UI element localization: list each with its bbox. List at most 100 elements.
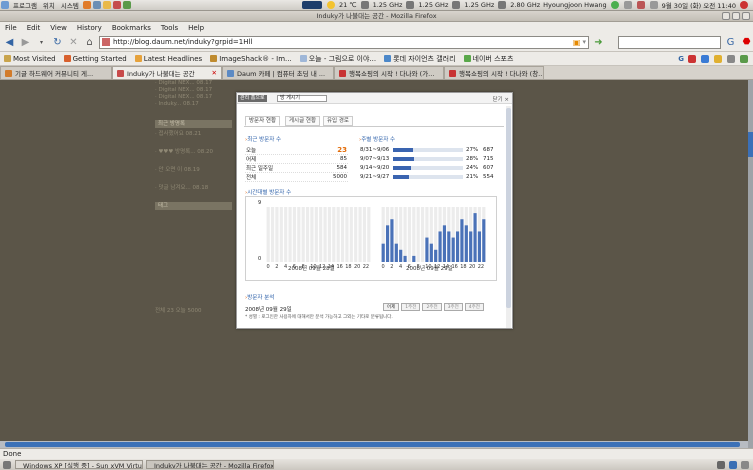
page-vertical-scrollbar[interactable] <box>748 80 753 448</box>
close-icon[interactable] <box>742 12 750 20</box>
recent-post[interactable]: · Digital NEX... 08.17 <box>155 87 232 94</box>
popup-scrollbar[interactable] <box>506 106 511 328</box>
period-button-3w[interactable]: 3주전 <box>443 303 463 311</box>
admin-home-button[interactable]: 관리 홈으로 <box>238 95 267 102</box>
stop-icon[interactable]: ✕ <box>67 36 80 49</box>
tab-daum-cafe[interactable]: Daum 카페 | 컴퓨터 초딩 내 ... <box>222 66 334 79</box>
page-horizontal-scrollbar[interactable] <box>0 441 748 448</box>
menu-tools[interactable]: Tools <box>156 24 183 32</box>
url-bar[interactable]: http://blog.daum.net/induky?grpid=1Hll ▣… <box>99 35 589 49</box>
tray-icon[interactable] <box>636 1 645 9</box>
google-toolbar-icon[interactable]: G <box>678 55 684 63</box>
workspace-icon[interactable] <box>717 460 725 469</box>
maximize-icon[interactable] <box>732 12 740 20</box>
back-arrow-icon[interactable]: ◀ <box>3 36 16 49</box>
reload-icon[interactable]: ↻ <box>51 36 64 49</box>
scroll-thumb[interactable] <box>5 442 740 447</box>
gnome-foot-icon[interactable] <box>1 1 9 9</box>
week-bar-fill <box>393 174 409 179</box>
guestbook-entry[interactable]: · 덧글 남겨요... 08.18 <box>155 185 232 192</box>
tab-induky[interactable]: Induky가 나불대는 공간 ✕ <box>112 66 222 79</box>
menu-file[interactable]: File <box>0 24 22 32</box>
task-firefox[interactable]: Induky가 나불대는 공간 - Mozilla Firefox <box>146 460 274 469</box>
menu-applications[interactable]: 프로그램 <box>10 0 40 10</box>
firefox-launcher-icon[interactable] <box>82 1 91 9</box>
url-text[interactable]: http://blog.daum.net/induky?grpid=1Hll <box>113 38 252 46</box>
task-virtualbox[interactable]: Windows XP [실행 중] - Sun xVM Virtual... <box>15 460 143 469</box>
period-button-yesterday[interactable]: 어제 <box>383 303 400 311</box>
bookmark-lotte-giants[interactable]: 롯데 자이언츠 갤러리 <box>380 54 459 64</box>
tab-danawa-2[interactable]: 행복쇼핑의 시작 ! 다나와 (창... <box>444 66 544 79</box>
go-icon[interactable]: ➜ <box>592 36 605 49</box>
tab-referrer[interactable]: 유입 경로 <box>323 116 353 126</box>
blog-select[interactable]: 방 게시기 <box>277 95 327 102</box>
bar-background <box>327 207 332 262</box>
period-button-2w[interactable]: 2주전 <box>422 303 442 311</box>
recent-post[interactable]: · Digital NEX... 08.17 <box>155 80 232 87</box>
guestbook-entry[interactable]: · 접사했어요 08.21 <box>155 131 232 138</box>
recent-post[interactable]: · Induky... 08.17 <box>155 101 232 108</box>
menu-history[interactable]: History <box>72 24 107 32</box>
popup-close-button[interactable]: 닫기 × <box>493 95 509 103</box>
power-icon[interactable] <box>740 1 748 9</box>
bookmark-latest-headlines[interactable]: Latest Headlines <box>131 55 206 63</box>
trash-icon[interactable] <box>741 460 749 469</box>
period-button-1w[interactable]: 1주전 <box>401 303 421 311</box>
guestbook-entry[interactable]: · 안 오면 이 08.19 <box>155 167 232 174</box>
history-dropdown-icon[interactable]: ▾ <box>35 36 48 49</box>
tab-visitor-status[interactable]: 방문자 현황 <box>245 116 281 126</box>
tab-favicon-icon <box>449 69 456 77</box>
user-name[interactable]: Hyoungjoon Hwang <box>543 1 606 9</box>
toolbar-icon[interactable] <box>701 54 709 63</box>
tab-gigglehd[interactable]: 기글 하드웨어 커뮤니티 게... <box>0 66 112 79</box>
tab-close-icon[interactable]: ✕ <box>212 69 217 77</box>
tab-danawa-1[interactable]: 행복쇼핑의 시작 ! 다나와 (가... <box>334 66 444 79</box>
forward-arrow-icon[interactable]: ▶ <box>19 36 32 49</box>
clock[interactable]: 9월 30일 (화) 오전 11:40 <box>662 0 736 10</box>
app-launcher-icon[interactable] <box>122 1 131 9</box>
toolbar-icon[interactable] <box>727 54 735 63</box>
tab-post-status[interactable]: 게시글 현황 <box>285 116 321 126</box>
stop-sign-icon[interactable]: ⬣ <box>740 36 753 49</box>
week-bar <box>393 156 463 161</box>
recent-post[interactable]: · Digital NEX... 08.17 <box>155 94 232 101</box>
bar-background <box>354 207 358 262</box>
bookmark-most-visited[interactable]: Most Visited <box>0 55 60 63</box>
bookmark-today-picture[interactable]: 오늘 - 그림으로 이야... <box>296 54 380 64</box>
guestbook-entry[interactable]: · ♥♥♥ 방명록... 08.20 <box>155 149 232 156</box>
week-percent: 28% <box>466 155 479 162</box>
week-range: 8/31~9/06 <box>360 146 390 153</box>
menu-help[interactable]: Help <box>183 24 209 32</box>
mail-launcher-icon[interactable] <box>92 1 101 9</box>
star-icon[interactable] <box>714 54 722 63</box>
search-input[interactable] <box>618 35 721 49</box>
guestbook-header: 최근 방명록 <box>155 120 232 128</box>
bookmark-getting-started[interactable]: Getting Started <box>60 55 131 63</box>
menu-edit[interactable]: Edit <box>22 24 46 32</box>
tray-icon[interactable] <box>623 1 632 9</box>
volume-icon[interactable] <box>649 1 658 9</box>
menu-places[interactable]: 위치 <box>40 0 58 10</box>
menu-view[interactable]: View <box>45 24 72 32</box>
search-engine-icon[interactable]: G <box>724 36 737 49</box>
rss-feed-icon[interactable]: ▣ <box>573 38 581 47</box>
toolbar-icon[interactable] <box>688 54 696 63</box>
system-monitor-icon <box>301 1 322 9</box>
home-icon[interactable]: ⌂ <box>83 36 96 49</box>
bookmark-imageshack[interactable]: ImageShack® - Im... <box>206 55 296 63</box>
menu-system[interactable]: 시스템 <box>58 0 82 10</box>
period-button-4w[interactable]: 4주전 <box>464 303 484 311</box>
window-titlebar: Induky가 나불대는 공간 - Mozilla Firefox <box>0 11 753 22</box>
url-dropdown-icon[interactable]: ▾ <box>580 38 588 46</box>
minimize-icon[interactable] <box>722 12 730 20</box>
app-launcher-icon[interactable] <box>112 1 121 9</box>
menu-bookmarks[interactable]: Bookmarks <box>107 24 156 32</box>
toolbar-icon[interactable] <box>740 54 748 63</box>
hour-bar <box>469 231 473 262</box>
workspace-icon[interactable] <box>729 460 737 469</box>
scroll-thumb[interactable] <box>748 132 753 157</box>
bookmark-naver-sports[interactable]: 네이버 스포츠 <box>460 54 518 64</box>
show-desktop-icon[interactable] <box>3 460 11 469</box>
scroll-thumb[interactable] <box>506 108 511 308</box>
folder-launcher-icon[interactable] <box>102 1 111 9</box>
